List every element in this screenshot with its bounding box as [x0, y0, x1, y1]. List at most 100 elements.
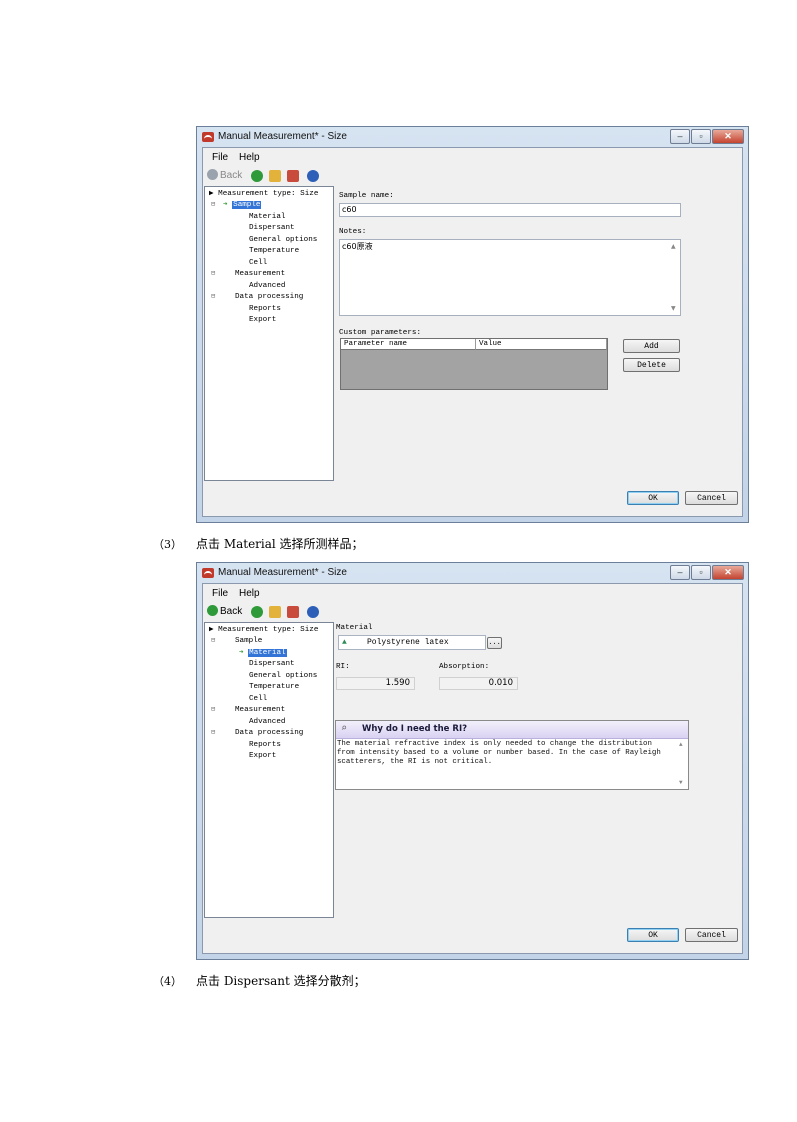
help-icon[interactable]: [307, 170, 319, 182]
tree-item-temperature[interactable]: Temperature: [249, 682, 299, 692]
tree-item-material[interactable]: Material: [249, 212, 285, 222]
menu-bar: File Help: [203, 584, 742, 602]
menu-file[interactable]: File: [212, 588, 228, 599]
tree-item-dispersant[interactable]: Dispersant: [249, 223, 295, 233]
delete-button[interactable]: Delete: [623, 358, 680, 372]
tree-item-measurement[interactable]: Measurement: [235, 705, 285, 715]
close-button[interactable]: ✕: [712, 565, 744, 580]
absorption-label: Absorption:: [439, 663, 490, 671]
help-title: Why do I need the RI?: [362, 724, 468, 734]
dialog-footer: OK Cancel: [203, 919, 742, 953]
help-scrollbar[interactable]: ▲ ▼: [678, 739, 687, 788]
window-client: File Help Back ▶ Measurement type: Size …: [202, 583, 743, 954]
tree-item-sample[interactable]: ➔ Sample: [223, 200, 262, 210]
tree-item-measurement[interactable]: Measurement: [235, 269, 285, 279]
close-button[interactable]: ✕: [712, 129, 744, 144]
help-header: ⌕ Why do I need the RI?: [336, 721, 688, 739]
navigation-tree: ▶ Measurement type: Size ⊟ Sample ➔ Mate…: [204, 622, 334, 918]
collapse-icon[interactable]: ⊟: [211, 200, 215, 209]
tree-item-data-processing[interactable]: Data processing: [235, 292, 303, 302]
tree-item-general-options[interactable]: General options: [249, 671, 317, 681]
material-label: Material: [336, 624, 373, 632]
tree-item-dispersant[interactable]: Dispersant: [249, 659, 295, 669]
tree-item-cell[interactable]: Cell: [249, 694, 267, 704]
tree-item-data-processing[interactable]: Data processing: [235, 728, 303, 738]
collapse-icon[interactable]: ⊟: [211, 728, 215, 737]
forward-icon[interactable]: [251, 606, 263, 618]
title-bar: Manual Measurement* - Size – ▫ ✕: [197, 127, 748, 147]
maximize-button[interactable]: ▫: [691, 129, 711, 144]
forward-icon[interactable]: [251, 170, 263, 182]
notes-text: c60原液: [342, 242, 373, 251]
ok-button[interactable]: OK: [627, 928, 679, 942]
notes-label: Notes:: [339, 228, 367, 236]
notes-field[interactable]: c60原液 ▲ ▼: [339, 239, 681, 316]
collapse-icon[interactable]: ⊟: [211, 636, 215, 645]
add-button[interactable]: Add: [623, 339, 680, 353]
cancel-button[interactable]: Cancel: [685, 928, 738, 942]
back-label: Back: [220, 170, 243, 181]
ok-button[interactable]: OK: [627, 491, 679, 505]
tree-item-material[interactable]: ➔ Material: [239, 648, 287, 658]
dialog-footer: OK Cancel: [203, 482, 742, 516]
screenshot-sample-page: Manual Measurement* - Size – ▫ ✕ File He…: [196, 126, 749, 523]
tree-item-reports[interactable]: Reports: [249, 740, 281, 750]
menu-help[interactable]: Help: [239, 152, 260, 163]
custom-parameters-grid[interactable]: Parameter name Value: [340, 338, 608, 390]
absorption-value: 0.010: [439, 677, 518, 690]
sample-name-field[interactable]: c60: [339, 203, 681, 217]
notes-scrollbar[interactable]: ▲ ▼: [670, 241, 679, 314]
tree-item-cell[interactable]: Cell: [249, 258, 267, 268]
tree-item-export[interactable]: Export: [249, 315, 276, 325]
window-title: Manual Measurement* - Size: [218, 131, 347, 142]
back-label: Back: [220, 606, 243, 617]
sample-name-label: Sample name:: [339, 192, 394, 200]
tree-item-sample[interactable]: Sample: [235, 636, 262, 646]
grid-header-parameter-name[interactable]: Parameter name: [341, 339, 476, 350]
collapse-icon[interactable]: ⊟: [211, 292, 215, 301]
magnifier-icon: ⌕: [341, 724, 348, 735]
tree-root[interactable]: ▶ Measurement type: Size: [209, 189, 318, 199]
tree-item-advanced[interactable]: Advanced: [249, 717, 285, 727]
collapse-icon[interactable]: ⊟: [211, 705, 215, 714]
minimize-button[interactable]: –: [670, 565, 690, 580]
browse-material-button[interactable]: ...: [487, 637, 502, 649]
window-title: Manual Measurement* - Size: [218, 567, 347, 578]
step-number: （4）: [153, 975, 182, 988]
tree-item-general-options[interactable]: General options: [249, 235, 317, 245]
back-arrow-icon: [207, 169, 218, 180]
back-button[interactable]: Back: [207, 169, 242, 181]
toolbar: Back: [203, 167, 742, 185]
back-arrow-icon: [207, 605, 218, 616]
collapse-icon[interactable]: ⊟: [211, 269, 215, 278]
open-folder-icon[interactable]: [269, 170, 281, 182]
step-caption: 点击 Dispersant 选择分散剂；: [196, 974, 366, 988]
tree-item-advanced[interactable]: Advanced: [249, 281, 285, 291]
check-icon[interactable]: [287, 170, 299, 182]
tree-item-reports[interactable]: Reports: [249, 304, 281, 314]
minimize-button[interactable]: –: [670, 129, 690, 144]
ri-value: 1.590: [336, 677, 415, 690]
maximize-button[interactable]: ▫: [691, 565, 711, 580]
tree-item-export[interactable]: Export: [249, 751, 276, 761]
material-type-icon: ▲: [342, 638, 347, 647]
navigation-tree: ▶ Measurement type: Size ⊟ ➔ Sample Mate…: [204, 186, 334, 481]
open-folder-icon[interactable]: [269, 606, 281, 618]
menu-help[interactable]: Help: [239, 588, 260, 599]
screenshot-material-page: Manual Measurement* - Size – ▫ ✕ File He…: [196, 562, 749, 960]
back-button[interactable]: Back: [207, 605, 242, 617]
material-value: Polystyrene latex: [367, 638, 449, 647]
help-icon[interactable]: [307, 606, 319, 618]
help-panel: ⌕ Why do I need the RI? The material ref…: [335, 720, 689, 790]
toolbar: Back: [203, 603, 742, 621]
check-icon[interactable]: [287, 606, 299, 618]
material-panel: Material ▲ Polystyrene latex ... RI: 1.5…: [335, 622, 742, 918]
tree-item-temperature[interactable]: Temperature: [249, 246, 299, 256]
tree-root[interactable]: ▶ Measurement type: Size: [209, 625, 318, 635]
menu-file[interactable]: File: [212, 152, 228, 163]
material-field[interactable]: ▲ Polystyrene latex: [338, 635, 486, 650]
cancel-button[interactable]: Cancel: [685, 491, 738, 505]
grid-header-value[interactable]: Value: [476, 339, 607, 350]
ri-label: RI:: [336, 663, 350, 671]
custom-parameters-label: Custom parameters:: [339, 329, 422, 337]
